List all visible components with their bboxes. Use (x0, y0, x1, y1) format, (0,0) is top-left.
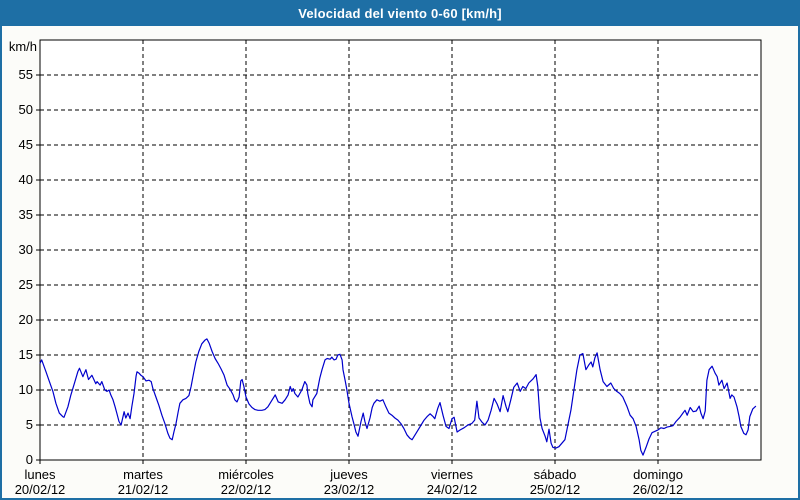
y-tick-label: 0 (26, 452, 33, 467)
x-day-date-label: 23/02/12 (324, 482, 375, 497)
y-tick-label: 20 (19, 312, 33, 327)
y-tick-label: 5 (26, 417, 33, 432)
x-day-name-label: viernes (431, 467, 473, 482)
x-day-name-label: martes (123, 467, 163, 482)
y-tick-label: 15 (19, 347, 33, 362)
x-day-date-label: 21/02/12 (118, 482, 169, 497)
y-tick-label: 40 (19, 172, 33, 187)
x-day-name-label: sábado (534, 467, 577, 482)
y-tick-label: 30 (19, 242, 33, 257)
x-day-name-label: lunes (24, 467, 56, 482)
y-tick-label: 25 (19, 277, 33, 292)
chart-title-bar: Velocidad del viento 0-60 [km/h] (2, 2, 798, 26)
y-tick-label: 50 (19, 102, 33, 117)
y-tick-label: 55 (19, 67, 33, 82)
x-day-name-label: miércoles (218, 467, 274, 482)
wind-speed-chart: 0 5 10 15 20 25 30 35 40 45 50 55 km/h lunes20/02/12 m… (9, 39, 762, 497)
chart-window: Velocidad del viento 0-60 [km/h] 0 5 10 15 2… (0, 0, 800, 500)
x-day-date-label: 25/02/12 (530, 482, 581, 497)
chart-title: Velocidad del viento 0-60 [km/h] (298, 5, 502, 21)
x-day-date-label: 24/02/12 (427, 482, 478, 497)
y-tick-label: 10 (19, 382, 33, 397)
y-axis-unit-label: km/h (9, 39, 37, 54)
x-day-date-label: 22/02/12 (221, 482, 272, 497)
x-day-date-label: 26/02/12 (633, 482, 684, 497)
x-day-name-label: domingo (633, 467, 683, 482)
x-day-name-label: jueves (329, 467, 368, 482)
y-tick-label: 45 (19, 137, 33, 152)
y-tick-label: 35 (19, 207, 33, 222)
x-day-date-label: 20/02/12 (15, 482, 66, 497)
